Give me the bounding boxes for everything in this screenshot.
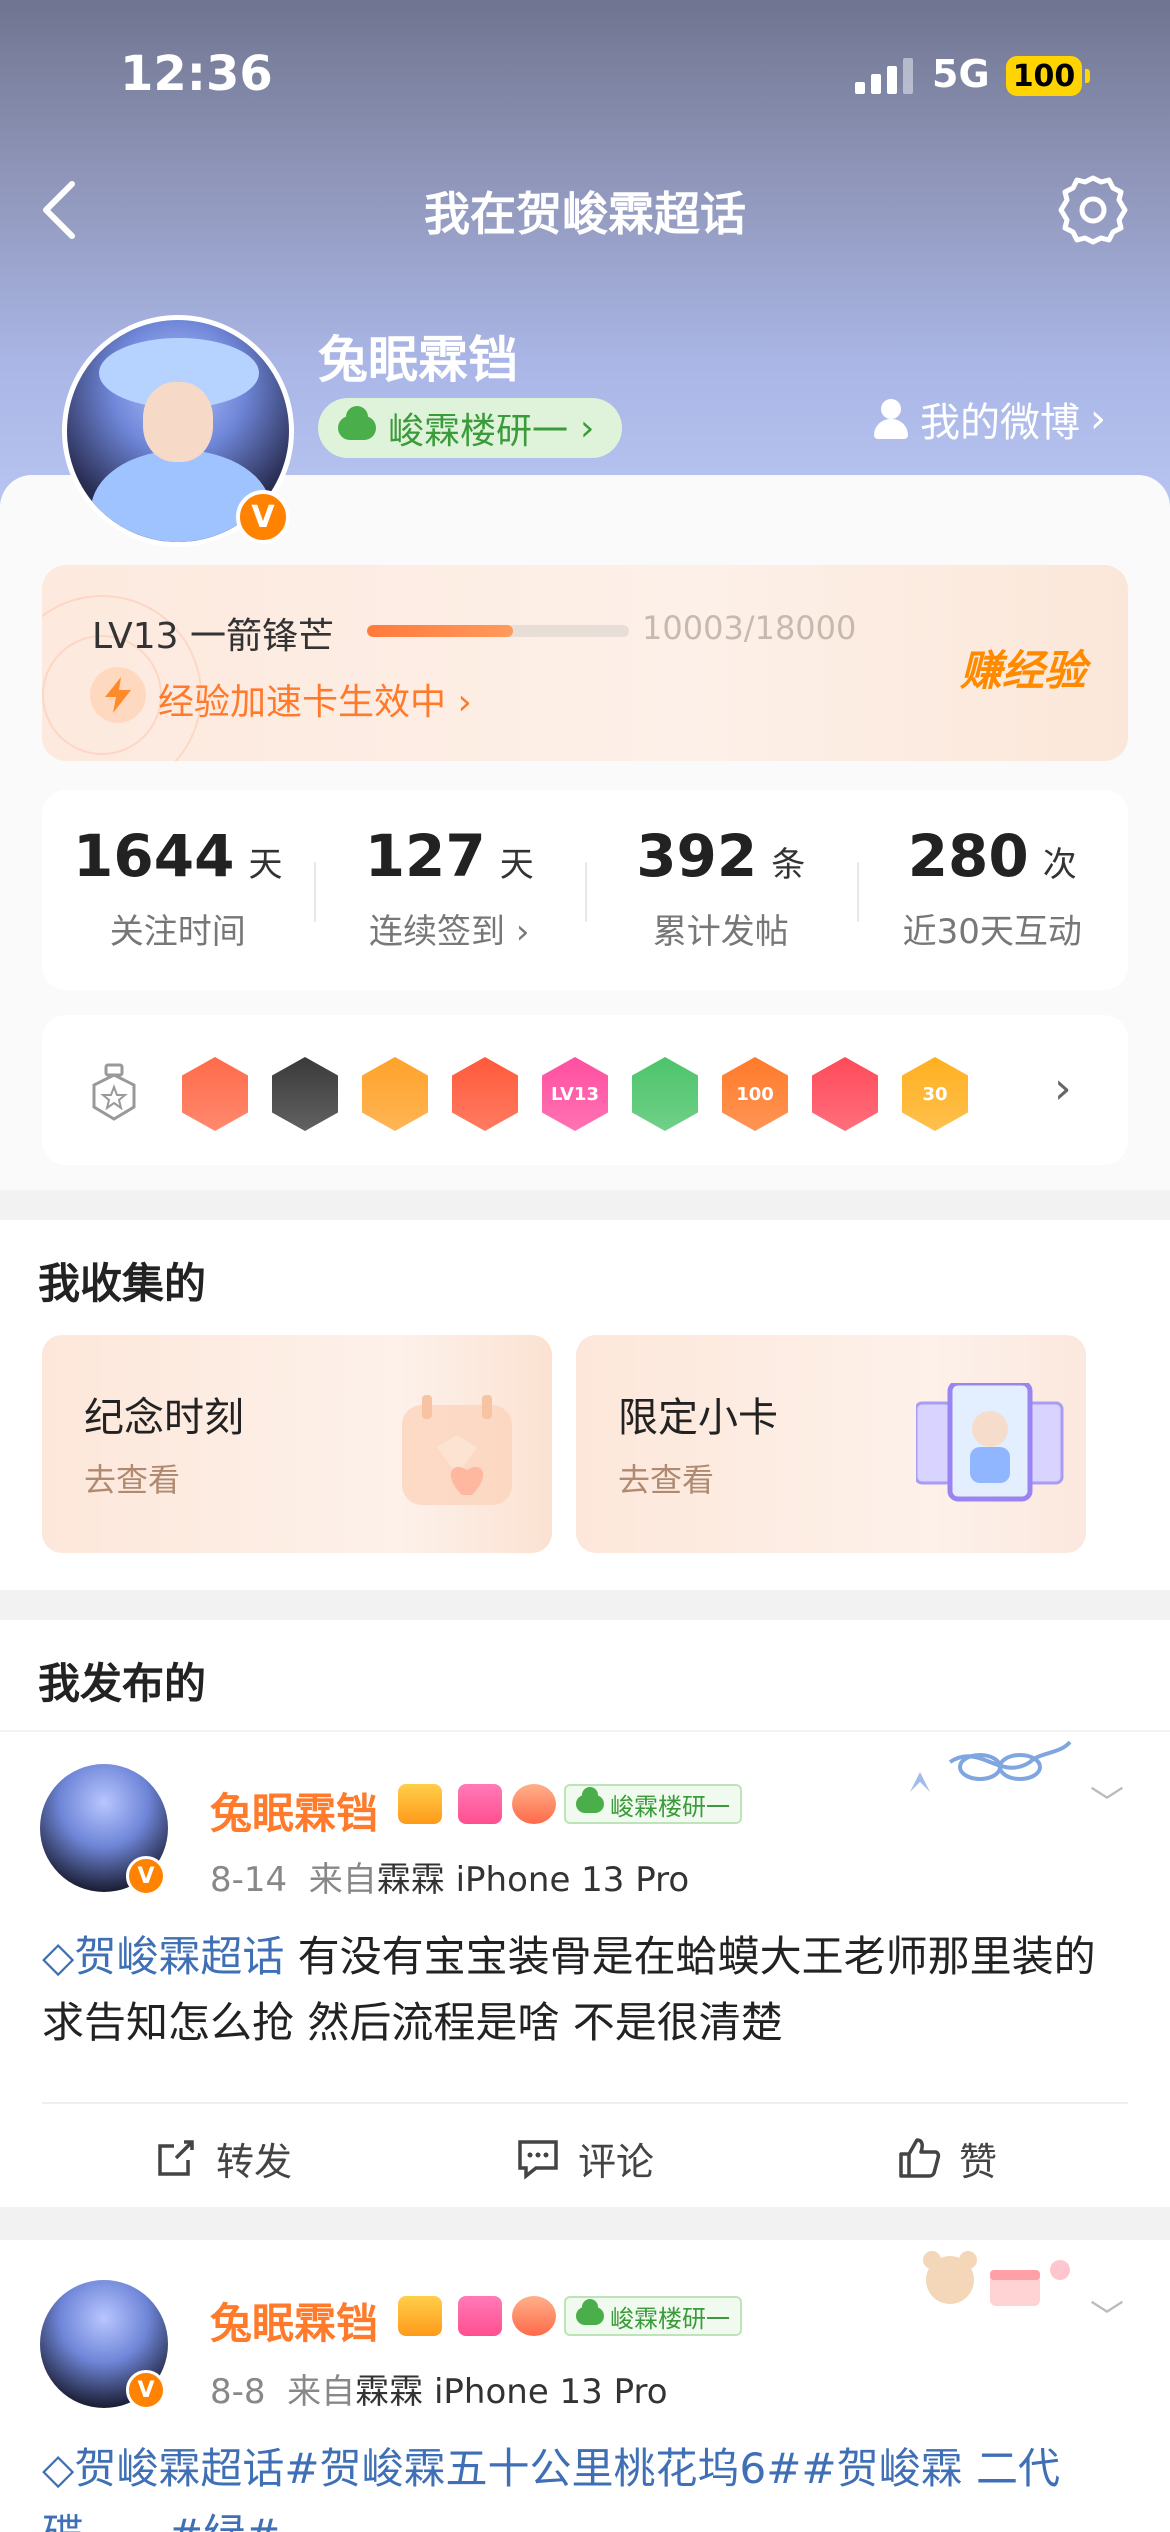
exp-value: 10003/18000 <box>642 609 857 647</box>
verified-badge: V <box>126 2370 166 2410</box>
topic-link[interactable]: ◇贺峻霖超话#贺峻霖五十公里桃花坞6##贺峻霖 二代碟……#绿# <box>42 2444 1060 2532</box>
medal-icon <box>92 1063 136 1121</box>
crown-badge-icon <box>398 2296 442 2336</box>
achievement-badge-icon <box>452 1057 518 1131</box>
calendar-heart-icon <box>402 1395 512 1505</box>
level-title: LV13 一箭锋芒 <box>92 616 334 657</box>
ribbon-bird-icon <box>910 1740 1072 1792</box>
chevron-down-icon[interactable]: ﹀ <box>1090 1776 1124 1825</box>
chevron-right-icon: › <box>580 407 595 449</box>
network-type: 5G <box>932 52 990 96</box>
diamond-badge-icon <box>458 2296 502 2336</box>
post-actions: 转发 评论 赞 <box>42 2102 1128 2212</box>
stat-checkin-days[interactable]: 127 天 连续签到 › <box>313 790 586 990</box>
post-card[interactable]: V 兔眠霖铛 峻霖楼研一 ﹀ 8-14 来自霖霖 iPhone 13 Pro ◇… <box>0 1732 1170 2207</box>
earn-exp-button[interactable]: 赚经验 <box>960 637 1086 698</box>
posted-section: 我发布的 <box>0 1620 1170 1730</box>
topic-link[interactable]: ◇贺峻霖超话 <box>42 1932 284 1981</box>
status-bar: 12:36 5G 100 <box>0 0 1170 150</box>
verified-badge: V <box>236 490 290 544</box>
photo-cards-icon <box>916 1383 1064 1502</box>
achievement-badge-icon <box>272 1057 338 1131</box>
post-author[interactable]: 兔眠霖铛 <box>210 2290 378 2351</box>
group-label: 峻霖楼研一 <box>388 411 569 452</box>
stat-posts: 392 条 累计发帖 <box>585 790 857 990</box>
post-card[interactable]: V 兔眠霖铛 峻霖楼研一 ﹀ 8-8 来自霖霖 iPhone 13 Pro ◇贺… <box>0 2240 1170 2532</box>
cloud-icon <box>576 1787 604 1813</box>
achievement-badge-icon <box>632 1057 698 1131</box>
level-progress-bar <box>367 625 629 637</box>
achievement-badge-icon: LV13 <box>542 1057 608 1131</box>
rabbit-badge-icon <box>512 1784 556 1824</box>
post-content: ◇贺峻霖超话#贺峻霖五十公里桃花坞6##贺峻霖 二代碟……#绿# <box>42 2436 1110 2532</box>
bear-cake-icon <box>923 2251 1070 2306</box>
achievement-badge-icon <box>182 1057 248 1131</box>
chevron-down-icon[interactable]: ﹀ <box>1090 2290 1124 2339</box>
group-tag[interactable]: 峻霖楼研一 <box>564 2296 742 2336</box>
username: 兔眠霖铛 <box>318 331 518 389</box>
my-weibo-label: 我的微博 <box>920 400 1080 446</box>
comment-button[interactable]: 评论 <box>404 2104 766 2212</box>
cloud-icon <box>576 2299 604 2325</box>
group-pill[interactable]: 峻霖楼研一 › <box>318 398 623 458</box>
level-card[interactable]: LV13 一箭锋芒 10003/18000 经验加速卡生效中 › 赚经验 <box>42 565 1128 761</box>
repost-icon <box>158 2140 194 2176</box>
collect-card-moments[interactable]: 纪念时刻 去查看 <box>42 1335 552 1553</box>
signal-icon <box>855 58 913 94</box>
comment-icon <box>518 2140 558 2180</box>
badges-row[interactable]: LV13 100 30 › <box>42 1015 1128 1165</box>
stat-interactions: 280 次 近30天互动 <box>856 790 1129 990</box>
chevron-right-icon[interactable]: › <box>1054 1063 1072 1114</box>
like-button[interactable]: 赞 <box>766 2104 1128 2212</box>
posted-title: 我发布的 <box>38 1659 207 1708</box>
collected-title: 我收集的 <box>38 1259 207 1308</box>
my-weibo-link[interactable]: 我的微博 › <box>872 390 1106 448</box>
page-title: 我在贺峻霖超话 <box>424 187 746 241</box>
gear-icon <box>1058 175 1128 245</box>
collect-card-limited[interactable]: 限定小卡 去查看 <box>576 1335 1086 1553</box>
stat-follow-days: 1644 天 关注时间 <box>73 822 283 952</box>
achievement-badge-icon <box>362 1057 428 1131</box>
chevron-right-icon: › <box>1090 396 1106 442</box>
cloud-icon <box>338 406 376 440</box>
battery-level: 100 <box>1012 58 1076 94</box>
rabbit-badge-icon <box>512 2296 556 2336</box>
thumbs-up-icon <box>899 2138 941 2178</box>
achievement-badge-icon: 100 <box>722 1057 788 1131</box>
achievement-badge-icon <box>812 1057 878 1131</box>
nav-bar: 我在贺峻霖超话 <box>0 160 1170 260</box>
bolt-icon <box>90 667 146 723</box>
settings-button[interactable] <box>1055 172 1131 248</box>
repost-button[interactable]: 转发 <box>42 2104 404 2212</box>
verified-badge: V <box>126 1856 166 1896</box>
accel-card-link[interactable]: 经验加速卡生效中 › <box>158 673 472 725</box>
achievement-badge-icon: 30 <box>902 1057 968 1131</box>
battery-icon: 100 <box>1006 56 1090 96</box>
diamond-badge-icon <box>458 1784 502 1824</box>
post-content: ◇贺峻霖超话 有没有宝宝装骨是在蛤蟆大王老师那里装的 求告知怎么抢 然后流程是啥… <box>42 1932 1096 2047</box>
status-time: 12:36 <box>120 46 273 102</box>
crown-badge-icon <box>398 1784 442 1824</box>
post-author[interactable]: 兔眠霖铛 <box>210 1780 378 1841</box>
person-icon <box>872 399 910 439</box>
group-tag[interactable]: 峻霖楼研一 <box>564 1784 742 1824</box>
stats-row: 1644 天 关注时间 127 天 连续签到 › 392 条 累计发帖 280 次 近3… <box>42 790 1128 990</box>
